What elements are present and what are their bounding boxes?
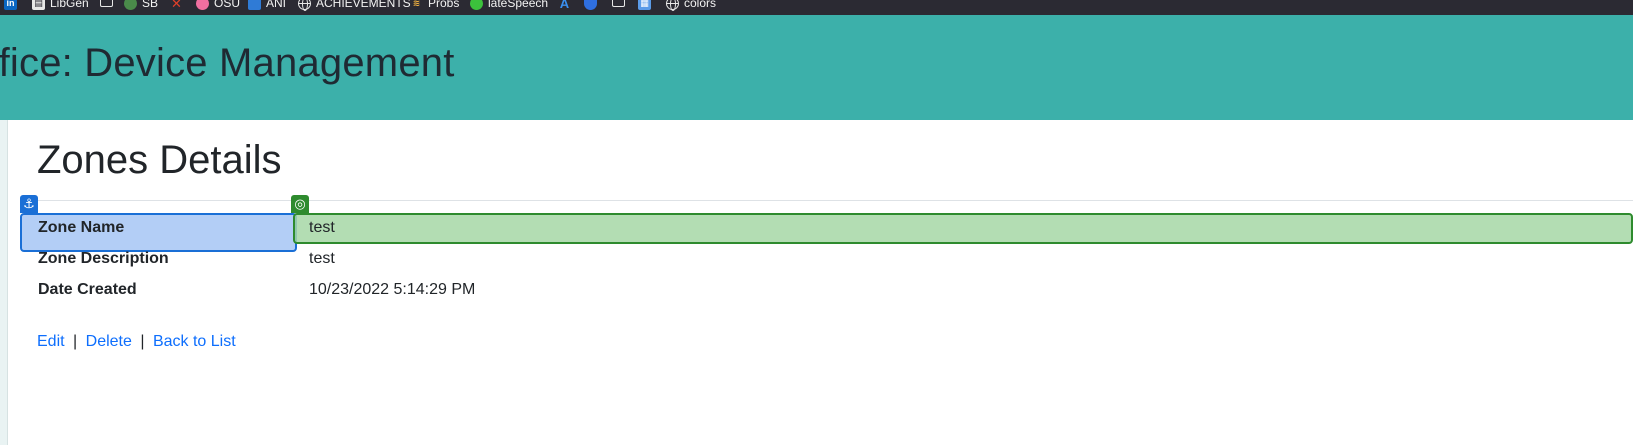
bookmark-label: colors: [684, 0, 717, 10]
zone-description-value: test: [309, 250, 335, 267]
app-title: ffice: Device Management: [0, 41, 455, 85]
bookmark-folder[interactable]: [100, 0, 113, 7]
back-to-list-link[interactable]: Back to List: [153, 333, 236, 350]
shield-icon: [584, 0, 597, 10]
bookmark-probs[interactable]: ≋ Probs: [410, 0, 460, 10]
probs-icon: ≋: [412, 0, 421, 8]
linkedin-icon: in: [4, 0, 17, 10]
divider: [20, 200, 1633, 201]
bookmark-libgen[interactable]: ▤ LibGen: [32, 0, 89, 10]
bookmark-osu[interactable]: OSU: [196, 0, 240, 10]
bookmark-label: ACHIEVEMENTS: [316, 0, 411, 10]
azure-icon: A: [559, 0, 570, 11]
separator: |: [73, 333, 78, 350]
folder-icon: [612, 0, 625, 7]
bookmark-label: LibGen: [50, 0, 89, 10]
bookmark-sb[interactable]: SB: [124, 0, 158, 10]
zone-name-value: test: [309, 219, 335, 236]
globe-icon: [298, 0, 311, 11]
left-sidebar-edge: [0, 120, 8, 445]
bookmark-azure[interactable]: A: [558, 0, 571, 10]
ani-icon: [248, 0, 261, 10]
bookmark-linkedin[interactable]: in: [4, 0, 17, 10]
bookmark-colors[interactable]: colors: [666, 0, 717, 11]
edit-link[interactable]: Edit: [37, 333, 65, 350]
bookmark-label: OSU: [214, 0, 241, 10]
calendar-icon: ▦: [638, 0, 651, 10]
bookmark-label: ANI: [266, 0, 287, 10]
bookmark-label: Probs: [428, 0, 460, 10]
anchor-icon[interactable]: ⚓: [20, 195, 38, 213]
action-links: Edit | Delete | Back to List: [37, 333, 236, 351]
bookmark-label: SB: [142, 0, 159, 10]
page-title: Zones Details: [37, 138, 282, 182]
separator: |: [140, 333, 145, 350]
bookmark-x[interactable]: ✕: [170, 0, 183, 10]
globe-icon: [666, 0, 679, 11]
date-created-label: Date Created: [38, 281, 137, 298]
zone-name-label: Zone Name: [38, 219, 125, 236]
osu-icon: [196, 0, 209, 10]
date-created-value: 10/23/2022 5:14:29 PM: [309, 281, 476, 298]
inspector-highlight-value: [293, 213, 1633, 244]
bookmark-folder-2[interactable]: [612, 0, 625, 7]
delete-link[interactable]: Delete: [86, 333, 132, 350]
app-header: ffice: Device Management: [0, 15, 1633, 120]
bookmark-ani[interactable]: ANI: [248, 0, 286, 10]
target-icon[interactable]: ◎: [291, 195, 309, 213]
bookmark-latespeech[interactable]: lateSpeech: [470, 0, 548, 10]
bookmark-label: lateSpeech: [488, 0, 549, 10]
zone-description-label: Zone Description: [38, 250, 169, 267]
bookmarks-bar: in ▤ LibGen SB ✕ OSU ANI ACHIEVEMENTS ≋ …: [0, 0, 1633, 15]
book-icon: ▤: [32, 0, 45, 10]
folder-icon: [100, 0, 113, 7]
x-icon: ✕: [171, 0, 182, 11]
bookmark-achievements[interactable]: ACHIEVEMENTS: [298, 0, 411, 11]
leaf-icon: [470, 0, 483, 10]
bookmark-shield[interactable]: [584, 0, 597, 10]
globe-icon: [124, 0, 137, 10]
bookmark-calendar[interactable]: ▦: [638, 0, 651, 10]
